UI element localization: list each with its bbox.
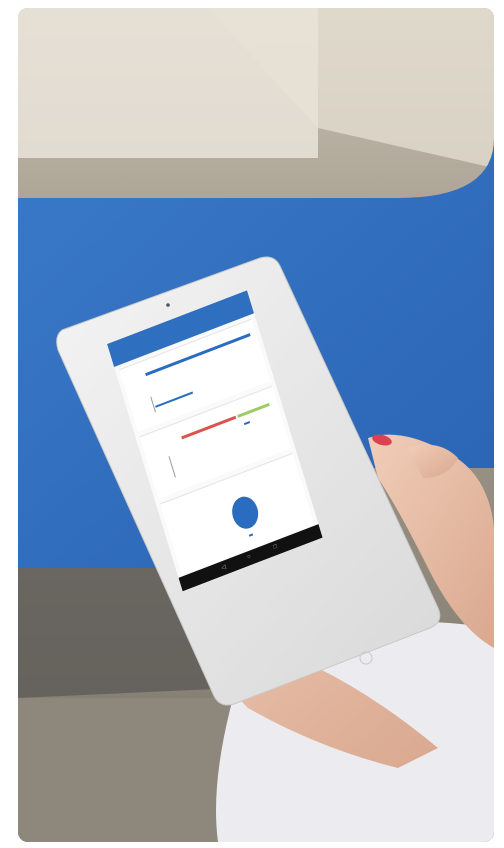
camera-icon <box>166 303 170 307</box>
axis-line <box>150 396 156 413</box>
home-icon[interactable]: ○ <box>247 554 252 561</box>
bar-mark <box>155 391 194 408</box>
pie-slice <box>228 492 262 533</box>
recents-icon[interactable]: □ <box>273 544 278 551</box>
photo: ◁ ○ □ <box>18 8 494 842</box>
bar-mark <box>181 415 237 440</box>
bar-mark <box>237 402 270 418</box>
legend-swatch <box>243 421 251 426</box>
axis-line <box>168 456 176 478</box>
legend-swatch <box>248 533 254 537</box>
back-icon[interactable]: ◁ <box>220 563 227 571</box>
